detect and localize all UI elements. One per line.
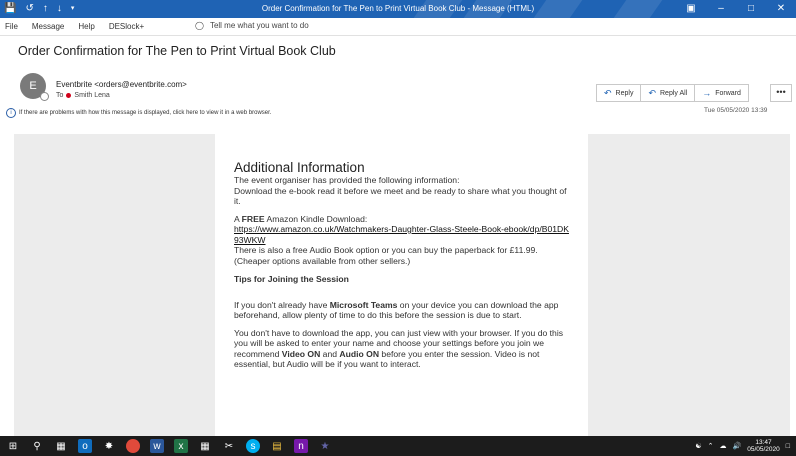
clock[interactable]: 13:47 05/05/2020 [747,439,780,453]
browser-paragraph: You don't have to download the app, you … [234,327,564,370]
windows-start-icon[interactable]: ⊞ [6,439,20,453]
people-icon[interactable]: ☯ [695,442,701,450]
menu-deslock[interactable]: DESlock+ [109,22,144,31]
search-icon[interactable]: ⚲ [30,439,44,453]
window-controls: ▣ – □ ✕ [676,0,796,18]
restore-icon[interactable]: ▣ [676,0,706,18]
reply-all-label: Reply All [660,89,688,97]
body-left-margin [14,134,215,436]
presence-icon [40,92,49,101]
reply-all-button[interactable]: ↶ Reply All [641,84,696,102]
onenote-icon[interactable]: n [294,439,308,453]
reply-icon: ↶ [604,87,612,98]
info-bar[interactable]: i If there are problems with how this me… [6,108,271,118]
chevron-up-icon[interactable]: ⌃ [708,442,714,450]
outlook-icon[interactable]: o [78,439,92,453]
chrome-icon[interactable] [126,439,140,453]
minimize-icon[interactable]: – [706,0,736,18]
taskbar: ⊞ ⚲ ▦ o ✸ w x ▦ ✂ s ▤ n ★ ☯ ⌃ ☁ 🔊 13:47 … [0,436,796,456]
message-date: Tue 05/05/2020 13:39 [704,107,768,114]
system-tray: ☯ ⌃ ☁ 🔊 13:47 05/05/2020 □ [695,439,790,453]
audio-book-note: There is also a free Audio Book option o… [234,245,538,266]
info-bar-text: If there are problems with how this mess… [19,110,272,116]
paint-icon[interactable]: ✸ [102,439,116,453]
more-actions-button[interactable]: ••• [770,84,792,102]
info-icon: i [6,108,16,118]
recipient-name[interactable]: Smith Lena [74,92,109,99]
section-heading: Additional Information [234,160,365,175]
kindle-link[interactable]: https://www.amazon.co.uk/Watchmakers-Dau… [234,224,569,245]
calculator-icon[interactable]: ▦ [198,439,212,453]
forward-icon: → [702,88,712,98]
maximize-icon[interactable]: □ [736,0,766,18]
status-dot-icon [66,93,72,98]
reply-label: Reply [615,89,634,97]
close-icon[interactable]: ✕ [766,0,796,18]
message-actions: ↶ Reply ↶ Reply All → Forward [596,84,749,102]
organiser-intro: The event organiser has provided the fol… [234,175,460,185]
sender[interactable]: Eventbrite <orders@eventbrite.com> [56,80,187,89]
file-explorer-icon[interactable]: ▤ [270,439,284,453]
free-label: FREE [241,213,265,224]
tell-me-box[interactable]: ◯ Tell me what you want to do [195,21,309,30]
volume-icon[interactable]: 🔊 [733,442,742,450]
menu-bar: File Message Help DESlock+ ◯ Tell me wha… [0,18,796,36]
clock-time: 13:47 [755,439,772,446]
notifications-icon[interactable]: □ [786,443,790,450]
task-view-icon[interactable]: ▦ [54,439,68,453]
forward-label: Forward [715,89,741,97]
teams-icon[interactable]: ★ [318,439,332,453]
menu-help[interactable]: Help [78,22,94,31]
word-icon[interactable]: w [150,439,164,453]
forward-button[interactable]: → Forward [695,84,749,102]
network-icon[interactable]: ☁ [720,442,727,450]
tell-me-text: Tell me what you want to do [209,21,309,30]
title-bar: 💾 ↺ ↑ ↓ ▾ Order Confirmation for The Pen… [0,0,796,18]
clock-date: 05/05/2020 [747,446,780,453]
menu-file[interactable]: File [5,22,18,31]
free-download-line: A FREE Amazon Kindle Download: [234,213,368,224]
email-content: Additional Information The event organis… [215,134,588,436]
reply-all-icon: ↶ [648,87,656,98]
to-label: To [56,92,64,99]
tips-heading: Tips for Joining the Session [234,274,349,284]
skype-icon[interactable]: s [246,439,260,453]
message-subject: Order Confirmation for The Pen to Print … [18,44,336,58]
lightbulb-icon: ◯ [195,21,204,30]
organiser-note: Download the e-book read it before we me… [234,185,567,207]
snipping-icon[interactable]: ✂ [222,439,236,453]
teams-paragraph: If you don't already have Microsoft Team… [234,299,559,321]
recipient-line: To Smith Lena [56,92,110,99]
body-right-margin [588,134,790,436]
excel-icon[interactable]: x [174,439,188,453]
reply-button[interactable]: ↶ Reply [596,84,642,102]
menu-message[interactable]: Message [32,22,64,31]
